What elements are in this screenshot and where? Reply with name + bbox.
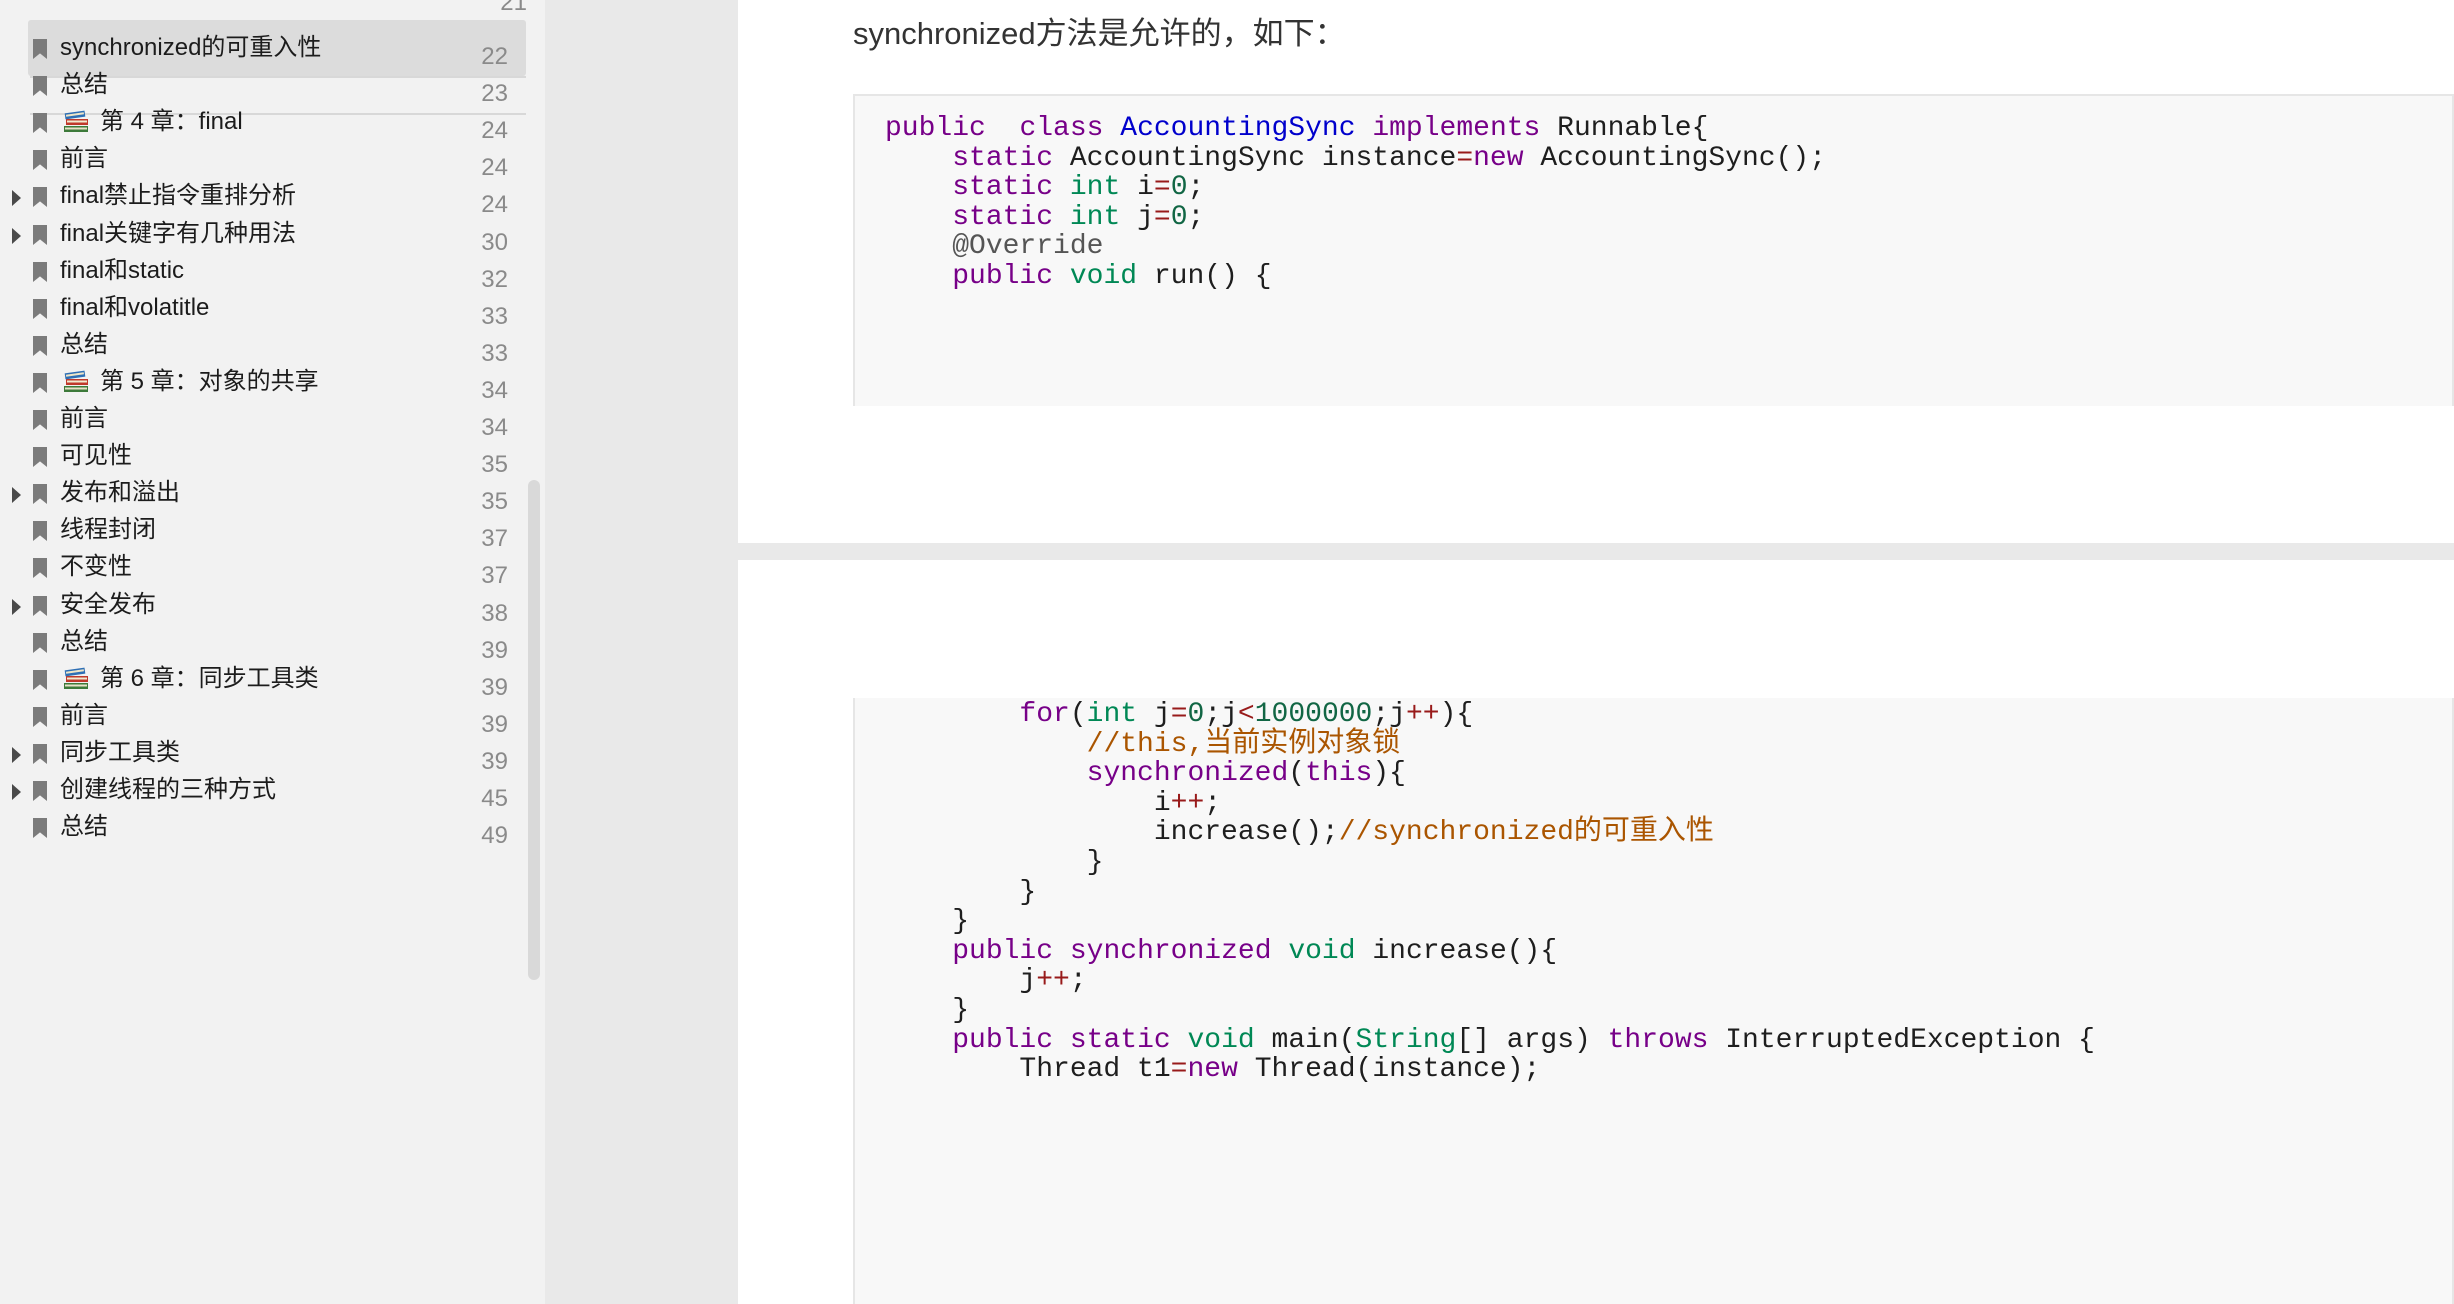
bookmark-icon[interactable]	[33, 187, 47, 207]
disclosure-triangle-icon[interactable]	[12, 747, 21, 763]
code-line: Thread t1=new Thread(instance);	[885, 1047, 1540, 1093]
document-viewer: synchronized方法是允许的，如下： public class Acco…	[545, 0, 2454, 1304]
bookmark-icon[interactable]	[33, 447, 47, 467]
toc-item-page-number: 49	[481, 822, 508, 849]
disclosure-triangle-icon[interactable]	[12, 599, 21, 615]
bookmark-icon[interactable]	[33, 521, 47, 541]
toc-item-label: 总结	[60, 813, 108, 840]
bookmark-icon[interactable]	[33, 150, 47, 170]
code-token: synchronized	[1069, 936, 1272, 967]
bookmark-icon[interactable]	[33, 558, 47, 578]
bookmark-icon[interactable]	[33, 76, 47, 96]
bookmark-icon[interactable]	[33, 744, 47, 764]
code-block: for(int j=0;j<1000000;j++){ //this,当前实例对…	[853, 698, 2454, 1304]
code-block: public class AccountingSync implements R…	[853, 94, 2454, 406]
code-token: //synchronized的可重入性	[1338, 817, 1714, 848]
code-token: InterruptedException {	[1708, 1025, 2095, 1056]
code-token: ){	[1439, 699, 1474, 730]
code-token: public	[952, 261, 1054, 292]
code-token: AccountingSync();	[1523, 143, 1826, 174]
bookmark-icon[interactable]	[33, 596, 47, 616]
sidebar-scrollbar[interactable]	[528, 480, 540, 980]
code-token: =	[1170, 1054, 1188, 1085]
bookmark-icon[interactable]	[33, 484, 47, 504]
code-token: this	[1305, 758, 1373, 789]
code-token: ;	[1069, 965, 1087, 996]
bookmark-icon[interactable]	[33, 39, 47, 59]
document-page: synchronized方法是允许的，如下： public class Acco…	[738, 0, 2454, 543]
bookmark-icon[interactable]	[33, 336, 47, 356]
code-token: ++	[1405, 699, 1440, 730]
code-token: Thread(instance);	[1237, 1054, 1541, 1085]
code-line: public void run() {	[885, 254, 1272, 300]
bookmark-icon[interactable]	[33, 633, 47, 653]
toc-item[interactable]: 总结 49	[28, 799, 526, 855]
code-token: j	[1120, 202, 1154, 233]
code-token: Thread t1	[885, 1054, 1171, 1085]
bookmark-icon[interactable]	[33, 113, 47, 133]
bookmark-icon[interactable]	[33, 818, 47, 838]
bookmark-icon[interactable]	[33, 781, 47, 801]
bookmark-icon[interactable]	[33, 410, 47, 430]
bookmark-icon[interactable]	[33, 262, 47, 282]
code-token: ++	[1036, 965, 1070, 996]
document-page: for(int j=0;j<1000000;j++){ //this,当前实例对…	[738, 560, 2454, 1304]
code-token: throws	[1607, 1025, 1709, 1056]
bookmark-icon[interactable]	[33, 707, 47, 727]
toc-partial-page: 21	[500, 0, 527, 16]
code-token: 0	[1170, 202, 1188, 233]
code-token: run() {	[1137, 261, 1272, 292]
disclosure-triangle-icon[interactable]	[12, 784, 21, 800]
bookmark-icon[interactable]	[33, 670, 47, 690]
table-of-contents-sidebar: 21 synchronized的可重入性 22 总结 23 第 4 章：final 24 前…	[0, 0, 545, 1304]
code-token: void	[1069, 261, 1138, 292]
code-token: ;	[1187, 202, 1205, 233]
code-token: =	[1456, 143, 1474, 174]
code-token: =	[1153, 202, 1171, 233]
bookmark-icon[interactable]	[33, 225, 47, 245]
disclosure-triangle-icon[interactable]	[12, 190, 21, 206]
code-token: new	[1473, 143, 1524, 174]
toc-item-partial: 21	[500, 0, 527, 18]
bookmark-icon[interactable]	[33, 299, 47, 319]
code-token: increase(){	[1355, 936, 1558, 967]
bookmark-icon[interactable]	[33, 373, 47, 393]
code-token: void	[1288, 936, 1356, 967]
code-token: new	[1187, 1054, 1238, 1085]
disclosure-triangle-icon[interactable]	[12, 487, 21, 503]
code-token: (	[1288, 758, 1306, 789]
paragraph-text: synchronized方法是允许的，如下：	[853, 16, 1346, 51]
disclosure-triangle-icon[interactable]	[12, 228, 21, 244]
code-token: ){	[1372, 758, 1406, 789]
